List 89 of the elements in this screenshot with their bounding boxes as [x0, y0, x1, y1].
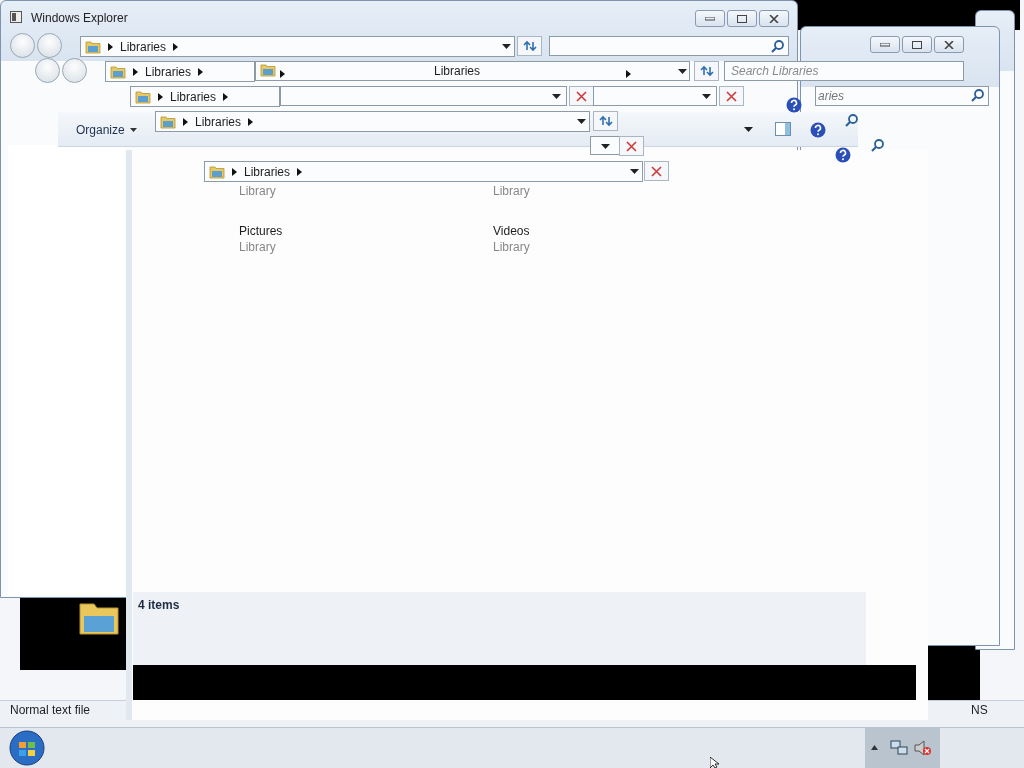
help-icon[interactable]: [835, 147, 851, 163]
library-folder-icon: [160, 114, 176, 129]
library-folder-icon: [110, 64, 126, 79]
maximize-icon: [912, 40, 922, 49]
organize-button[interactable]: Organize: [70, 121, 143, 139]
close-button[interactable]: [934, 36, 964, 53]
mouse-cursor-icon: [710, 757, 720, 768]
stop-button[interactable]: [719, 86, 744, 106]
library-type: Library: [493, 183, 530, 199]
show-hidden-icons-icon[interactable]: [871, 745, 878, 750]
network-icon[interactable]: [890, 740, 908, 756]
cross-icon: [726, 90, 737, 102]
address-bar[interactable]: Libraries: [130, 86, 280, 107]
breadcrumb-label[interactable]: Libraries: [434, 64, 481, 78]
minimize-icon: [880, 42, 890, 47]
breadcrumb-arrow-icon[interactable]: [280, 70, 285, 78]
refresh-button[interactable]: [694, 61, 719, 81]
address-bar[interactable]: Libraries: [155, 111, 590, 132]
library-folder-icon: [209, 164, 225, 179]
breadcrumb-arrow-icon[interactable]: [248, 117, 254, 126]
close-button[interactable]: [759, 10, 789, 27]
refresh-icon: [522, 40, 537, 52]
address-field[interactable]: [590, 136, 620, 155]
breadcrumb-arrow-icon[interactable]: [198, 67, 204, 76]
address-field[interactable]: [255, 61, 690, 81]
breadcrumb-arrow-icon[interactable]: [232, 167, 237, 176]
address-bar[interactable]: Libraries: [80, 36, 515, 57]
breadcrumb-arrow-icon[interactable]: [626, 70, 631, 78]
library-type: Library: [239, 183, 276, 199]
cross-icon: [626, 140, 637, 152]
help-icon[interactable]: [810, 122, 826, 138]
breadcrumb-arrow-icon[interactable]: [223, 92, 229, 101]
breadcrumb-arrow-icon[interactable]: [183, 117, 188, 126]
dropdown-caret-icon[interactable]: [630, 169, 639, 174]
search-icon[interactable]: [871, 139, 884, 152]
file-type-label: Normal text file: [10, 703, 91, 717]
breadcrumb-arrow-icon[interactable]: [108, 42, 113, 51]
breadcrumb-arrow-icon[interactable]: [173, 42, 179, 51]
address-bar[interactable]: Libraries: [105, 61, 255, 82]
library-name[interactable]: Videos: [493, 223, 530, 239]
dropdown-caret-icon[interactable]: [702, 94, 711, 99]
search-field[interactable]: Search Libraries: [724, 61, 964, 81]
library-type: Library: [493, 239, 530, 255]
library-name[interactable]: Pictures: [239, 223, 283, 239]
dropdown-caret-icon[interactable]: [678, 69, 687, 74]
close-icon: [944, 40, 954, 49]
search-icon[interactable]: [845, 114, 858, 127]
dropdown-caret-icon[interactable]: [577, 119, 586, 124]
maximize-button[interactable]: [902, 36, 932, 53]
preview-pane-icon[interactable]: [775, 122, 791, 136]
details-text: NS: [971, 703, 988, 717]
window-title: Windows Explorer: [31, 11, 128, 25]
muted-speaker-icon[interactable]: [914, 740, 932, 756]
refresh-button[interactable]: [593, 111, 618, 131]
library-type: Library: [239, 239, 277, 255]
maximize-icon: [737, 14, 747, 23]
search-field[interactable]: [549, 36, 789, 56]
address-bar[interactable]: Libraries: [204, 161, 643, 182]
search-icon[interactable]: [771, 40, 784, 53]
dropdown-caret-icon[interactable]: [552, 94, 561, 99]
library-folder-icon: [135, 89, 151, 104]
library-folder-icon: [85, 39, 101, 54]
stop-button[interactable]: [644, 161, 669, 181]
help-icon[interactable]: [786, 97, 802, 113]
maximize-button[interactable]: [727, 10, 757, 27]
breadcrumb-arrow-icon[interactable]: [133, 67, 138, 76]
refresh-icon: [699, 65, 714, 77]
caret-icon: [129, 128, 137, 132]
stop-button[interactable]: [619, 136, 644, 156]
search-text: aries: [818, 89, 844, 103]
breadcrumb-arrow-icon[interactable]: [297, 167, 303, 176]
item-count: 4 items: [138, 598, 180, 612]
cross-icon: [576, 90, 587, 102]
start-button[interactable]: [9, 730, 45, 766]
dropdown-caret-icon[interactable]: [502, 44, 511, 49]
minimize-icon: [705, 16, 715, 21]
cross-icon: [651, 165, 662, 177]
breadcrumb-arrow-icon[interactable]: [158, 92, 163, 101]
window-icon: [10, 11, 22, 23]
search-icon[interactable]: [971, 89, 984, 102]
address-field[interactable]: [280, 86, 567, 106]
refresh-button[interactable]: [517, 36, 542, 56]
search-field[interactable]: aries: [815, 86, 989, 106]
close-icon: [769, 14, 779, 23]
dropdown-caret-icon[interactable]: [744, 127, 753, 132]
address-field[interactable]: [593, 86, 717, 106]
library-folder-icon: [260, 63, 276, 77]
refresh-icon: [598, 115, 613, 127]
stop-button[interactable]: [569, 86, 594, 106]
